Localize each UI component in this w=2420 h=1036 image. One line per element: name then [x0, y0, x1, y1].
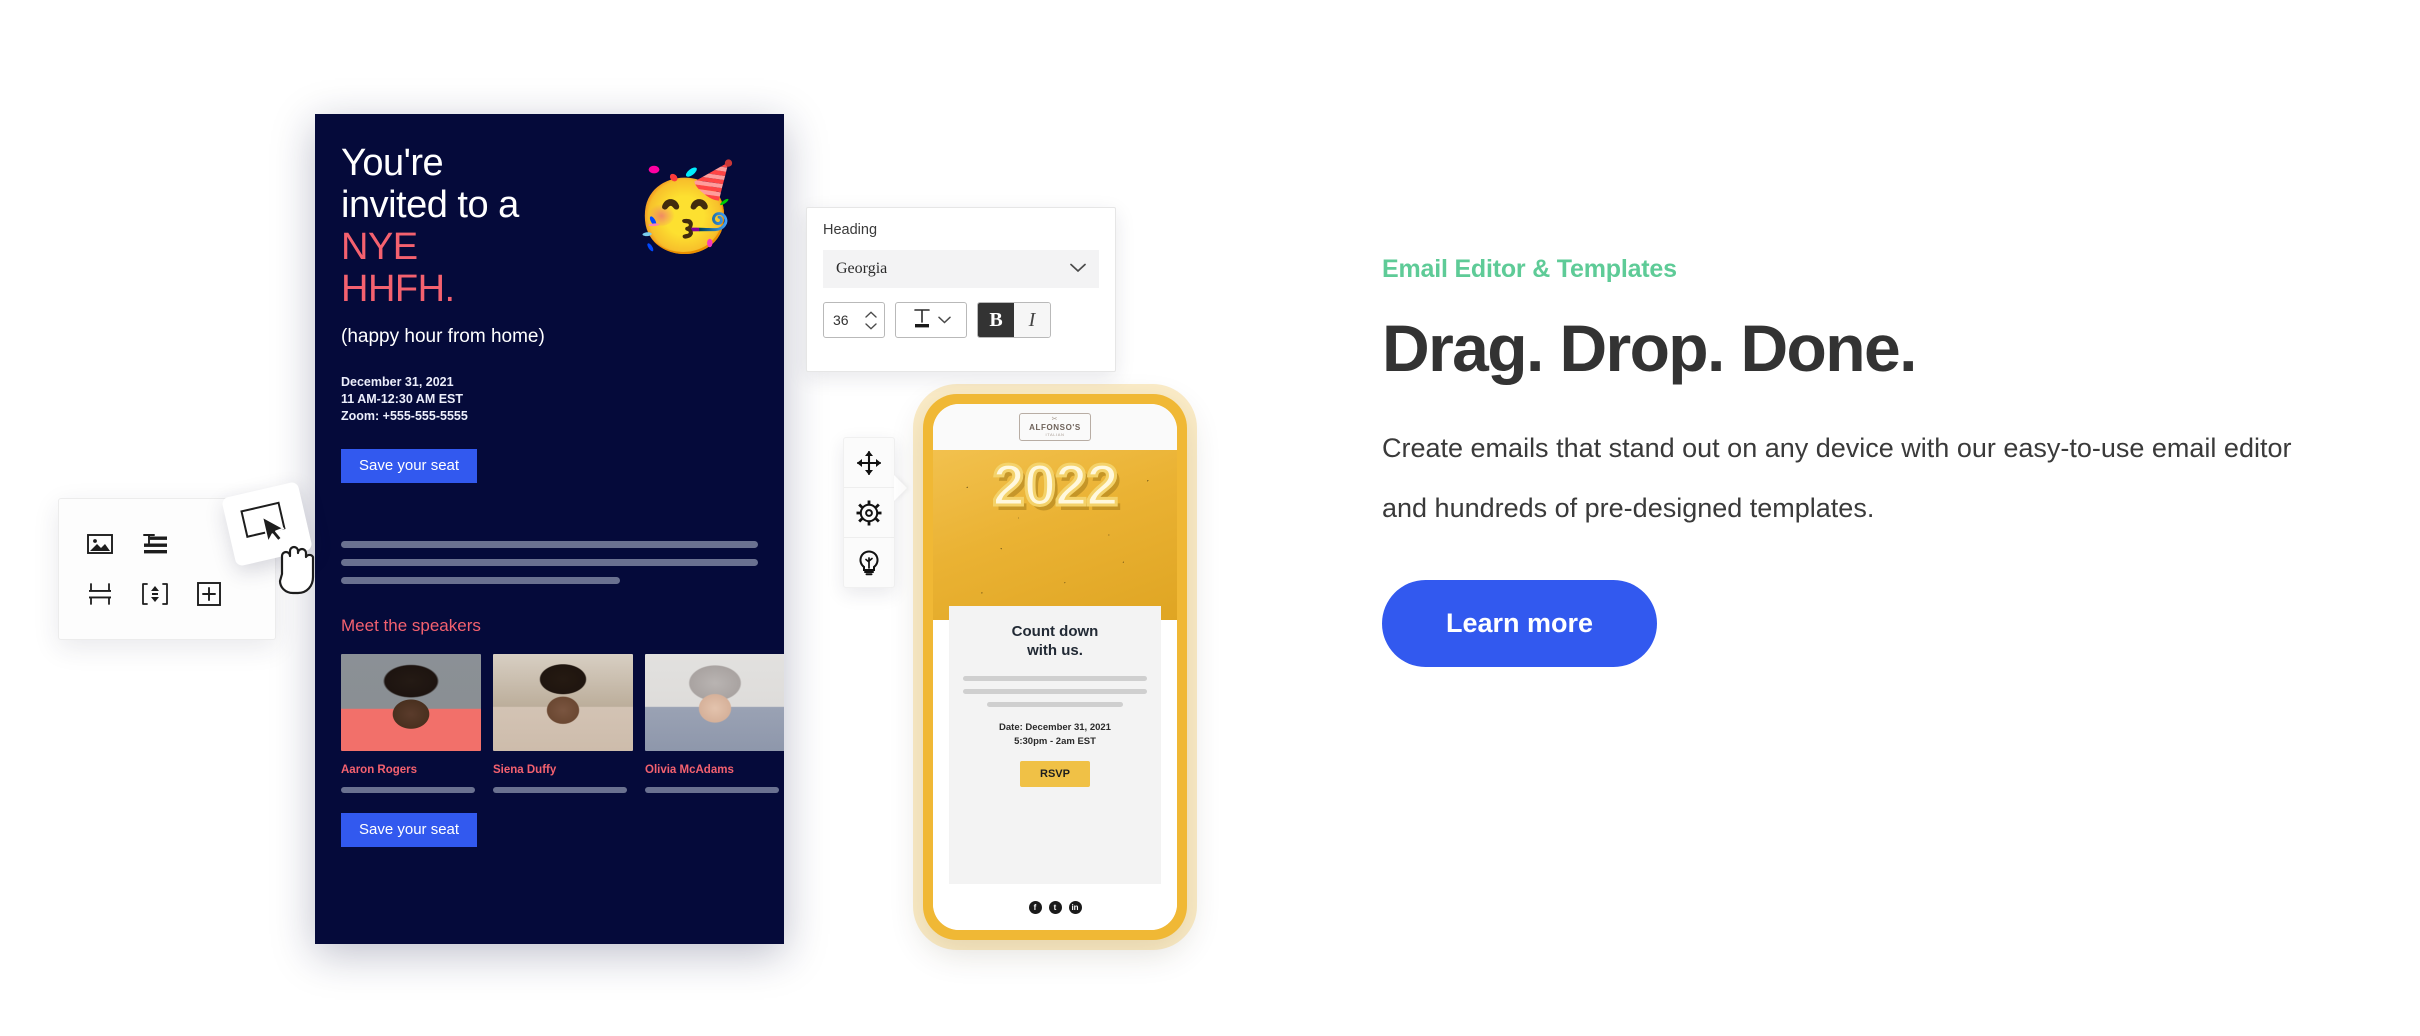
feature-eyebrow: Email Editor & Templates: [1382, 255, 1677, 283]
page-root: 🥳 You're invited to a NYE HHFH. (happy h…: [0, 0, 2420, 1036]
mobile-time-line: 5:30pm - 2am EST: [1014, 736, 1096, 747]
email-template-preview[interactable]: 🥳 You're invited to a NYE HHFH. (happy h…: [315, 114, 784, 944]
placeholder-line: [341, 787, 476, 793]
speaker-avatar: [645, 654, 784, 751]
mobile-hero-image: 2022: [933, 450, 1177, 620]
mobile-title-line-1: Count down: [1011, 623, 1099, 640]
mobile-preview-screen: ✂ ALFONSO'S ITALIAN 2022 Count down with…: [933, 404, 1177, 930]
font-family-select[interactable]: Georgia: [823, 250, 1099, 288]
text-color-picker[interactable]: [895, 302, 967, 338]
email-editor-illustration: 🥳 You're invited to a NYE HHFH. (happy h…: [0, 0, 1340, 1036]
page-title: Drag. Drop. Done.: [1382, 311, 1917, 385]
alfonsos-logo: ✂ ALFONSO'S ITALIAN: [1019, 413, 1091, 441]
italic-button[interactable]: I: [1014, 303, 1050, 337]
email-meta-zoom: Zoom: +555-555-5555: [341, 409, 468, 423]
font-size-stepper[interactable]: 36: [823, 302, 885, 338]
placeholder-line: [986, 702, 1124, 707]
email-subheading: (happy hour from home): [341, 326, 545, 347]
heading-toolbar-label: Heading: [823, 222, 878, 238]
mobile-email-body: Count down with us. Date: December 31, 2…: [949, 606, 1161, 884]
mobile-title: Count down with us.: [1012, 622, 1099, 660]
email-save-seat-button-top[interactable]: Save your seat: [341, 449, 478, 483]
image-block-icon[interactable]: [85, 529, 115, 559]
email-save-seat-button-bottom[interactable]: Save your seat: [341, 813, 478, 847]
email-heading-accent-2: HHFH.: [341, 268, 455, 310]
speaker-name: Siena Duffy: [493, 764, 557, 776]
divider-block-icon[interactable]: [85, 579, 115, 609]
placeholder-line: [341, 577, 621, 584]
lightbulb-icon[interactable]: [844, 538, 894, 587]
email-placeholder-paragraph: [341, 541, 758, 584]
grab-hand-cursor-icon: [272, 540, 318, 596]
chevron-up-icon: [865, 310, 877, 318]
font-size-spinner[interactable]: [864, 310, 884, 330]
placeholder-line: [963, 676, 1147, 681]
placeholder-line: [341, 559, 758, 566]
speaker-avatar: [341, 654, 481, 751]
facebook-icon[interactable]: f: [1028, 900, 1042, 914]
placeholder-line: [963, 689, 1147, 694]
spacer-block-icon[interactable]: [140, 579, 170, 609]
placeholder-line: [645, 787, 780, 793]
font-family-value: Georgia: [836, 260, 888, 277]
learn-more-button[interactable]: Learn more: [1382, 580, 1658, 667]
hero-year-text: 2022: [991, 453, 1120, 518]
email-meta-date: December 31, 2021: [341, 375, 454, 389]
text-style-group[interactable]: B I: [977, 302, 1051, 338]
logo-name: ALFONSO'S: [1029, 423, 1081, 432]
move-icon[interactable]: [844, 438, 894, 488]
logo-subtitle: ITALIAN: [1045, 432, 1065, 437]
speaker-card: Siena Duffy: [493, 654, 633, 793]
speaker-card: Aaron Rogers: [341, 654, 481, 793]
text-block-icon[interactable]: [140, 529, 170, 559]
speaker-avatar: [493, 654, 633, 751]
speaker-card: Olivia McAdams: [645, 654, 784, 793]
bold-button[interactable]: B: [978, 303, 1014, 337]
rsvp-button[interactable]: RSVP: [1020, 761, 1090, 787]
email-speakers-title: Meet the speakers: [341, 616, 481, 635]
element-tool-rail[interactable]: [843, 437, 895, 588]
email-meta: December 31, 2021 11 AM-12:30 AM EST Zoo…: [341, 374, 758, 425]
email-content: 🥳 You're invited to a NYE HHFH. (happy h…: [341, 142, 784, 847]
placeholder-line: [493, 787, 628, 793]
font-size-value: 36: [833, 312, 849, 328]
speaker-name: Aaron Rogers: [341, 764, 418, 776]
party-face-emoji: 🥳: [632, 160, 738, 254]
placeholder-line: [341, 541, 758, 548]
mobile-event-details: Date: December 31, 2021 5:30pm - 2am EST: [999, 721, 1111, 749]
email-meta-time: 11 AM-12:30 AM EST: [341, 392, 464, 406]
email-speakers-list: Aaron Rogers Siena Duffy Olivia McAdams: [341, 654, 784, 793]
heading-toolbar-controls: 36 B I: [823, 302, 1099, 338]
chevron-down-icon: [865, 322, 877, 330]
scissors-icon: ✂: [1051, 416, 1059, 423]
twitter-icon[interactable]: t: [1048, 900, 1062, 914]
gear-icon[interactable]: [844, 488, 894, 538]
chevron-down-icon: [1070, 260, 1086, 278]
mobile-date-line: Date: December 31, 2021: [999, 722, 1111, 733]
text-color-icon: [912, 307, 932, 334]
feature-text-column: Email Editor & Templates Drag. Drop. Don…: [1382, 255, 2342, 667]
heading-style-toolbar[interactable]: Heading Georgia 36 B I: [806, 207, 1116, 372]
mobile-email-header: ✂ ALFONSO'S ITALIAN: [933, 404, 1177, 450]
feature-description: Create emails that stand out on any devi…: [1382, 433, 2292, 523]
mobile-social-row: f t in: [933, 884, 1177, 930]
mobile-title-line-2: with us.: [1027, 642, 1083, 659]
add-block-icon[interactable]: [194, 579, 224, 609]
chevron-down-icon: [937, 311, 951, 329]
mobile-placeholder-paragraph: [963, 676, 1147, 707]
mobile-preview-frame[interactable]: ✂ ALFONSO'S ITALIAN 2022 Count down with…: [923, 394, 1187, 940]
email-footer-cta-wrap: Save your seat: [341, 813, 758, 847]
rail-pointer-caret: [894, 475, 907, 501]
speaker-name: Olivia McAdams: [645, 764, 734, 776]
linkedin-icon[interactable]: in: [1068, 900, 1082, 914]
